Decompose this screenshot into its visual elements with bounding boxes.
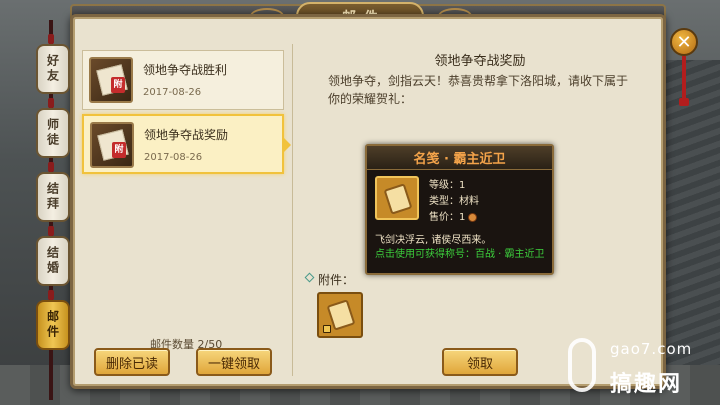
tab-label: 结拜	[45, 182, 60, 212]
item-tooltip-card: 名笺 · 霸主近卫 等级：1 类型：材料 售价：1 飞剑决浮云, 诸侯尽西来。 …	[365, 144, 554, 275]
lantern-cap	[48, 290, 54, 300]
tab-label: 师徒	[45, 118, 60, 148]
mail-date: 2017-08-26	[144, 152, 203, 163]
tassel-decoration	[679, 56, 689, 106]
tab-mentorship[interactable]: 师徒	[36, 108, 70, 158]
tab-sworn-brothers[interactable]: 结拜	[36, 172, 70, 222]
coin-icon	[468, 212, 478, 222]
mail-title: 领地争夺战胜利	[143, 63, 228, 77]
close-icon: ✕	[676, 31, 692, 53]
gao7-logo-icon	[568, 338, 596, 392]
tab-label: 邮件	[45, 310, 60, 340]
mail-date: 2017-08-26	[143, 87, 202, 98]
mail-detail-body: 领地争夺，剑指云天！恭喜贵帮拿下洛阳城，请收下属于你的荣耀贺礼：	[328, 74, 629, 106]
mail-detail-title: 领地争夺战奖励	[434, 54, 526, 69]
attachments-label: 附件：	[318, 273, 355, 287]
close-button[interactable]: ✕	[670, 28, 698, 56]
divider	[292, 44, 293, 376]
mail-attachment-icon: 附	[89, 57, 133, 103]
lantern-cap	[48, 162, 54, 172]
watermark-name: 搞趣网	[610, 372, 683, 397]
attachment-stamp: 附	[111, 77, 125, 93]
tab-label: 好友	[45, 54, 60, 84]
mail-title: 领地争夺战奖励	[144, 128, 229, 142]
claim-button[interactable]: 领取	[442, 348, 518, 376]
item-price-row: 售价：1	[429, 208, 478, 223]
mail-list-item[interactable]: 附 领地争夺战胜利 2017-08-26	[82, 50, 284, 110]
attachment-stamp: 附	[112, 142, 126, 158]
item-description: 飞剑决浮云, 诸侯尽西来。	[375, 235, 492, 246]
scroll-item-icon	[375, 176, 419, 220]
tab-marriage[interactable]: 结婚	[36, 236, 70, 286]
lock-icon	[323, 325, 331, 333]
lantern-cap	[48, 226, 54, 236]
mail-list-item-selected[interactable]: 附 领地争夺战奖励 2017-08-26	[82, 114, 291, 174]
lantern-cap	[48, 34, 54, 44]
delete-read-button[interactable]: 删除已读	[94, 348, 170, 376]
tab-label: 结婚	[45, 246, 60, 276]
item-price: 售价：1	[429, 212, 466, 223]
mail-attachment-icon: 附	[90, 122, 134, 168]
tab-friends[interactable]: 好友	[36, 44, 70, 94]
item-name: 名笺 · 霸主近卫	[367, 146, 552, 170]
attachment-item-slot[interactable]	[317, 292, 363, 338]
item-type: 类型：材料	[429, 196, 479, 207]
item-usage-hint: 点击使用可获得称号：百战 · 霸主近卫	[375, 249, 545, 260]
item-level: 等级：1	[429, 180, 466, 191]
watermark-url: gao7.com	[610, 340, 693, 358]
lantern-cap	[48, 98, 54, 108]
claim-all-button[interactable]: 一键领取	[196, 348, 272, 376]
tab-mail[interactable]: 邮件	[36, 300, 70, 350]
